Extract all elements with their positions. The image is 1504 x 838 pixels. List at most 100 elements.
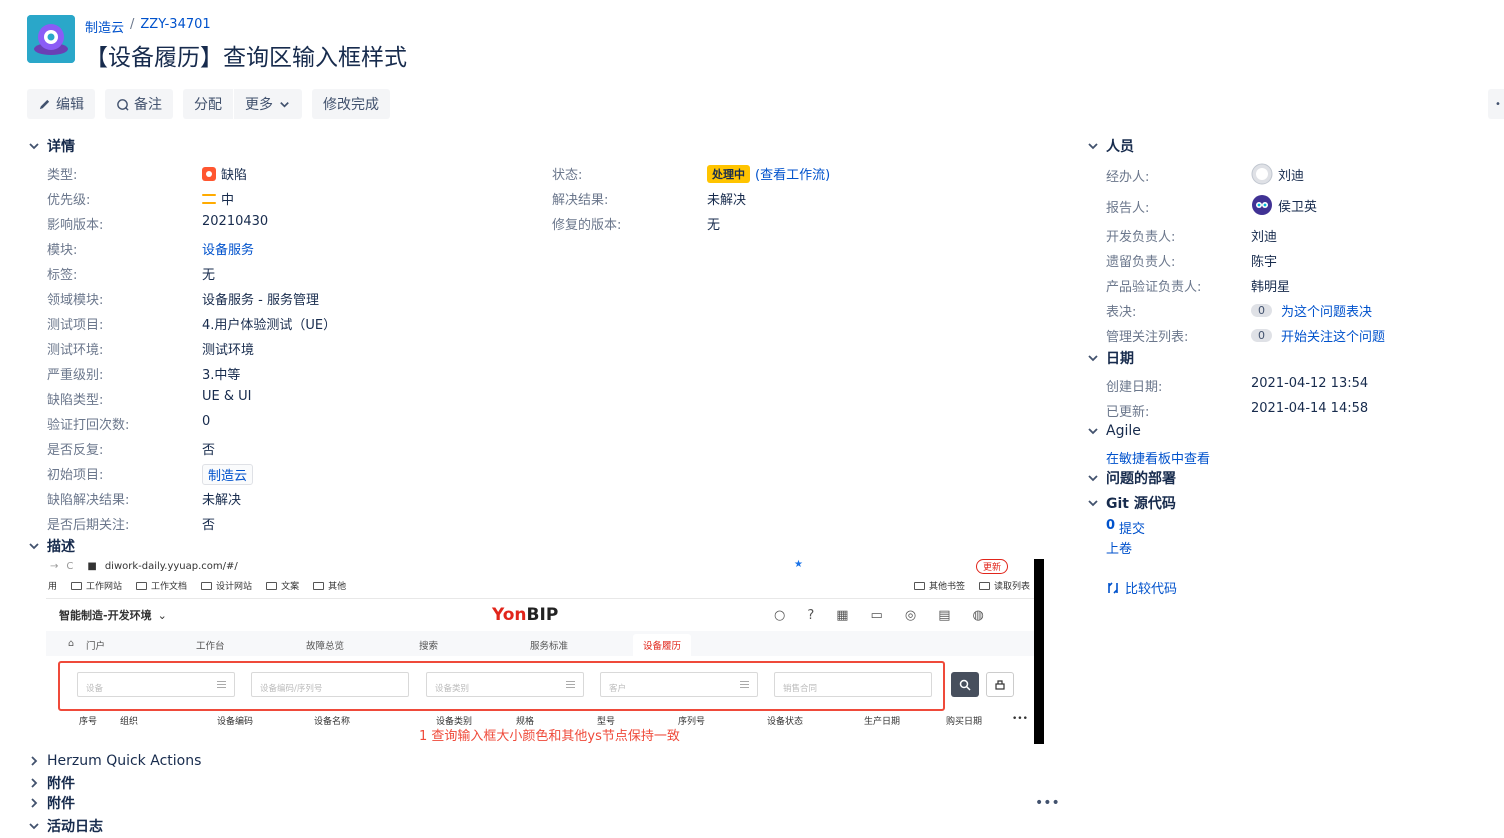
field-label: 缺陷解决结果: <box>47 489 129 508</box>
votes-value: 0 为这个问题表决 <box>1251 301 1372 320</box>
activity-heading: 活动日志 <box>47 819 103 835</box>
home-icon: ⌂ <box>68 638 75 649</box>
dev-owner-value: 刘迪 <box>1251 230 1278 245</box>
screenshot-tabs: ⌂ 门户 工作台 故障总览 搜索 服务标准 设备履历 <box>46 631 1034 656</box>
field-value: UE & UI <box>202 389 251 404</box>
bell-icon: ◍ <box>972 608 984 623</box>
chevron-right-icon <box>27 754 41 768</box>
done-button[interactable]: 修改完成 <box>312 89 390 119</box>
screenshot-query-input: 客户 <box>600 672 758 697</box>
lock-icon: ■ <box>87 560 97 572</box>
edit-button-label: 编辑 <box>56 96 84 112</box>
field-label: 影响版本: <box>47 214 103 233</box>
screenshot-query-input: 设备 <box>77 672 235 697</box>
compare-code-link[interactable]: 比较代码 <box>1106 578 1177 597</box>
git-commits-link[interactable]: 0 提交 <box>1106 518 1145 537</box>
field-label: 模块: <box>47 239 77 258</box>
comment-button[interactable]: 备注 <box>105 89 173 119</box>
assign-button[interactable]: 分配 <box>183 89 233 119</box>
back-icon: → <box>50 560 59 572</box>
screenshot-app-bar: 智能制造-开发环境 ⌄ YonBIP ○? ▦ ▭ ◎ ▤ ◍ <box>46 599 1034 631</box>
screenshot-query-input: 设备编码/序列号 <box>251 672 409 697</box>
breadcrumb-separator: / <box>130 17 135 32</box>
field-value-text[interactable]: 制造云 <box>202 464 254 485</box>
search-icon <box>959 679 971 691</box>
reporter-label: 报告人: <box>1106 201 1150 216</box>
chevron-down-icon <box>1086 139 1100 153</box>
breadcrumb-project[interactable]: 制造云 <box>85 17 124 36</box>
folder-icon <box>136 581 148 590</box>
screenshot-search-button <box>951 672 979 697</box>
dates-section-header[interactable]: 日期 <box>1086 348 1134 368</box>
field-label: 类型: <box>47 164 77 183</box>
description-section-header[interactable]: 描述 <box>27 536 75 556</box>
people-section-header[interactable]: 人员 <box>1086 136 1134 156</box>
activity-section-header[interactable]: 活动日志 <box>27 816 103 836</box>
field-value: 3.中等 <box>202 364 240 383</box>
field-label: 是否反复: <box>47 439 103 458</box>
project-avatar[interactable] <box>27 15 75 63</box>
share-button[interactable]: • <box>1488 89 1504 119</box>
screenshot-query-input: 设备类别 <box>426 672 584 697</box>
herzum-section-header[interactable]: Herzum Quick Actions <box>27 753 201 769</box>
field-value-text: 4.用户体验测试（UE） <box>202 318 337 333</box>
watch-link[interactable]: 开始关注这个问题 <box>1281 326 1385 345</box>
field-label: 测试环境: <box>47 339 103 358</box>
field-value-text: 否 <box>202 518 216 533</box>
field-status-label: 状态: <box>552 168 583 183</box>
field-resolution-value: 未解决 <box>707 193 747 208</box>
reporter-value[interactable]: 侯卫英 <box>1251 194 1317 216</box>
field-value-text[interactable]: 设备服务 <box>202 239 254 258</box>
reporter-name: 侯卫英 <box>1278 199 1318 215</box>
field-value-text: 中 <box>221 193 235 208</box>
more-button[interactable]: 更多 <box>234 89 302 119</box>
edit-button[interactable]: 编辑 <box>27 89 95 119</box>
more-button-label: 更多 <box>245 96 273 112</box>
more-options-icon[interactable]: ••• <box>1035 795 1060 811</box>
attachments-section-header[interactable]: 附件 <box>27 773 75 793</box>
git-section-header[interactable]: Git 源代码 <box>1086 493 1176 513</box>
field-value-text: 0 <box>202 414 211 429</box>
field-value: 设备服务 <box>202 239 254 258</box>
legacy-owner-value: 陈宇 <box>1251 255 1278 270</box>
screenshot-tab: 故障总览 <box>306 641 345 652</box>
field-value-text: 3.中等 <box>202 368 241 383</box>
agile-section-header[interactable]: Agile <box>1086 423 1141 439</box>
field-label-text: 领域模块: <box>47 293 104 308</box>
assignee-value[interactable]: 刘迪 <box>1251 163 1304 185</box>
chevron-down-icon <box>280 101 289 108</box>
field-value-text: 否 <box>202 443 216 458</box>
breadcrumb: 制造云 / ZZY-34701 <box>85 17 211 36</box>
screenshot-clear-button <box>986 672 1014 697</box>
description-screenshot[interactable]: → C ■ diwork-daily.yyuap.com/#/ ★ 更新 用 工… <box>46 559 1044 744</box>
deploy-section-header[interactable]: 问题的部署 <box>1086 468 1176 488</box>
folder-icon <box>266 581 278 590</box>
field-value: 4.用户体验测试（UE） <box>202 314 336 333</box>
folder-icon <box>913 581 925 590</box>
details-section-header[interactable]: 详情 <box>27 136 75 156</box>
annotation-note: 1 查询输入框大小颜色和其他ys节点保持一致 <box>419 729 680 744</box>
view-workflow-link[interactable]: (查看工作流) <box>755 164 830 183</box>
chevron-down-icon <box>1086 496 1100 510</box>
assignee-label: 经办人: <box>1106 170 1150 185</box>
git-pull-link[interactable]: 上卷 <box>1106 538 1132 557</box>
field-label: 验证打回次数: <box>47 414 129 433</box>
status-badge[interactable]: 处理中 <box>707 164 750 183</box>
field-label-text: 影响版本: <box>47 218 104 233</box>
screenshot-app-name: 智能制造-开发环境 <box>59 609 152 622</box>
breadcrumb-issue-key[interactable]: ZZY-34701 <box>140 17 210 36</box>
comment-button-label: 备注 <box>134 96 162 112</box>
screenshot-app-icons: ○? ▦ ▭ ◎ ▤ ◍ <box>774 608 984 623</box>
chevron-down-icon <box>1086 424 1100 438</box>
field-label-text: 标签: <box>47 268 78 283</box>
field-fix-version-value: 无 <box>707 218 721 233</box>
assignee-name: 刘迪 <box>1278 168 1305 184</box>
agile-board-link[interactable]: 在敏捷看板中查看 <box>1106 448 1210 467</box>
chevron-right-icon <box>27 796 41 810</box>
bookmark-item: 读取列表 <box>978 579 1030 592</box>
field-fix-version-label: 修复的版本: <box>552 218 622 233</box>
vote-link[interactable]: 为这个问题表决 <box>1281 301 1372 320</box>
screenshot-bookmarks: 用 工作网站 工作文档 设计网站 文案 其他 其他书签 读取列表 <box>46 573 1034 599</box>
attachments-section-header-2[interactable]: 附件 <box>27 793 75 813</box>
field-label-text: 模块: <box>47 243 78 258</box>
